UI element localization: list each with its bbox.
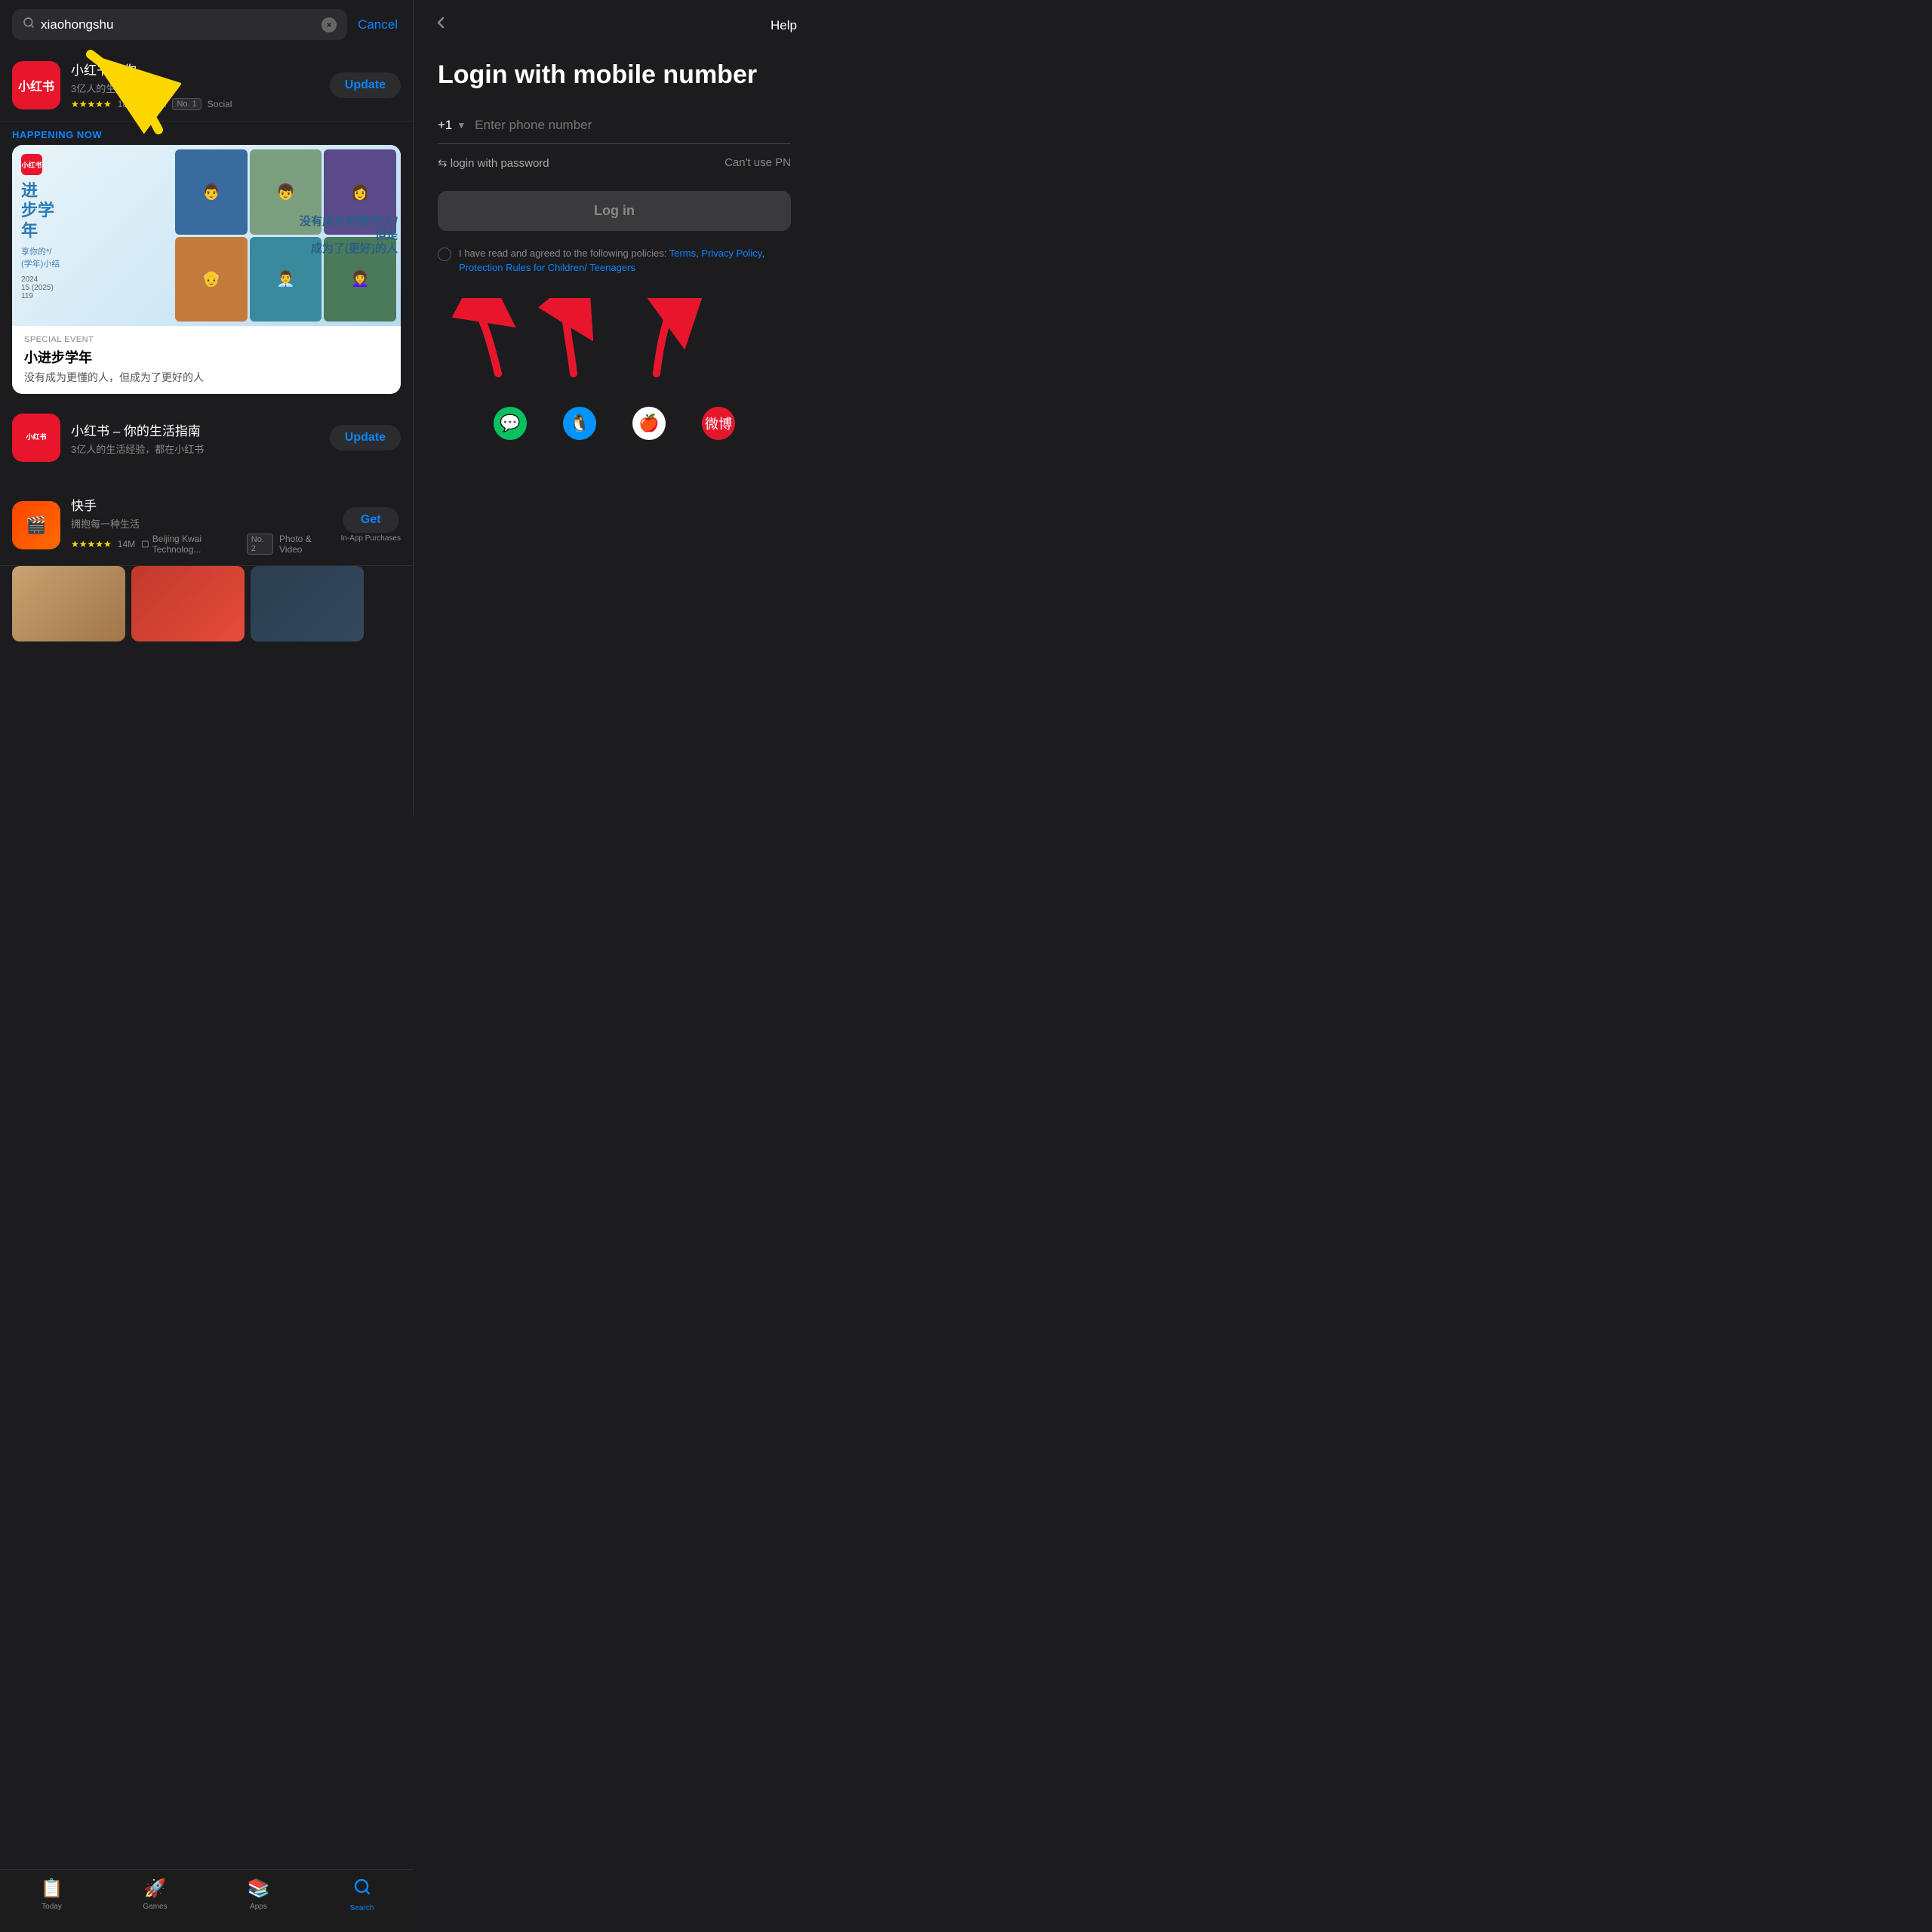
clear-search-button[interactable]: ×: [321, 17, 337, 32]
update-button-2[interactable]: Update: [330, 425, 401, 451]
event-subtitle: 没有成为更懂的人，但成为了更好的人: [24, 370, 389, 385]
app-result-xiaohongshu-2[interactable]: 小红书 小红书 – 你的生活指南 3亿人的生活经验，都在小红书 Update: [0, 403, 413, 472]
search-bar-container: × Cancel: [0, 0, 413, 49]
kuaishou-developer: Beijing Kwai Technolog...: [141, 534, 241, 555]
app-desc: 3亿人的生活经验，都…: [71, 81, 319, 95]
wechat-login-button[interactable]: 💬: [491, 404, 530, 443]
country-code-value: +1: [438, 118, 452, 133]
xiaohongshu-app-icon-2: 小红书: [12, 414, 60, 462]
search-results: 小红书 小红书 – 你… 3亿人的生活经验，都… ★★★★★ 18M Xin N…: [0, 49, 413, 815]
login-with-password-link[interactable]: ⇆ login with password: [438, 156, 549, 170]
event-date: 202415 (2025)119: [21, 275, 166, 300]
event-title: 小进步学年: [24, 347, 389, 367]
event-right-text: 没有成为更懂*的人/但是成为了(更好)的人: [300, 215, 398, 256]
app-result-kuaishou[interactable]: 🎬 快手 拥抱每一种生活 ★★★★★ 14M Beijing Kwai Tech…: [0, 485, 413, 566]
app-result-xiaohongshu-1[interactable]: 小红书 小红书 – 你… 3亿人的生活经验，都… ★★★★★ 18M Xin N…: [0, 49, 413, 122]
country-code-selector[interactable]: +1 ▼: [438, 118, 466, 133]
bottom-spacer: [0, 641, 413, 709]
right-panel: Help Login with mobile number +1 ▼ ⇆ log…: [414, 0, 815, 815]
update-button-1[interactable]: Update: [330, 72, 401, 98]
category-badge: Social: [208, 99, 232, 109]
special-event-label: SPECIAL EVENT: [24, 335, 389, 344]
search-icon: [23, 17, 35, 32]
event-chinese-main: 进步学年: [21, 181, 166, 241]
get-button-container: Get In-App Purchases: [341, 507, 401, 543]
event-photo-1: 👨: [175, 149, 248, 235]
screenshot-people: [131, 566, 245, 641]
login-header: Help: [414, 0, 815, 45]
kuaishou-rating: 14M: [118, 539, 135, 549]
event-banner-image: 小红书 进步学年 享你的*/(学年)小结 202415 (2025)119 👨 …: [12, 145, 401, 326]
policy-text: I have read and agreed to the following …: [459, 246, 791, 275]
kuaishou-app-icon: 🎬: [12, 501, 60, 549]
back-button[interactable]: [432, 14, 450, 37]
app-name-2: 小红书 – 你的生活指南: [71, 420, 319, 439]
search-input-wrapper: ×: [12, 9, 347, 40]
weibo-login-button[interactable]: 微博: [699, 404, 738, 443]
policy-terms-link[interactable]: Terms: [669, 248, 696, 259]
kuaishou-name: 快手: [71, 495, 331, 514]
spacer: [0, 472, 413, 485]
kuaishou-app-info: 快手 拥抱每一种生活 ★★★★★ 14M Beijing Kwai Techno…: [71, 495, 331, 555]
kuaishou-category: Photo & Video: [279, 534, 331, 555]
screenshot-kpop: [251, 566, 364, 641]
log-in-button[interactable]: Log in: [438, 191, 791, 231]
xiaohongshu-app-info: 小红书 – 你… 3亿人的生活经验，都… ★★★★★ 18M Xin No. 1…: [71, 60, 319, 110]
policy-row: I have read and agreed to the following …: [438, 246, 791, 275]
red-arrows-annotation: [438, 298, 791, 389]
rank-badge: No. 1: [172, 98, 201, 110]
star-rating: ★★★★★: [71, 99, 112, 109]
event-banner-left: 小红书 进步学年 享你的*/(学年)小结 202415 (2025)119: [12, 145, 175, 326]
event-app-icon: 小红书: [21, 154, 42, 175]
social-login-row: 💬 🐧 🍎 微博: [438, 389, 791, 458]
event-photo-4: 👴: [175, 237, 248, 322]
search-input[interactable]: [41, 17, 315, 32]
kuaishou-desc: 拥抱每一种生活: [71, 516, 331, 531]
help-button[interactable]: Help: [771, 18, 797, 33]
policy-checkbox[interactable]: [438, 248, 451, 261]
screenshot-food: [12, 566, 125, 641]
get-button[interactable]: Get: [343, 507, 399, 533]
left-panel: × Cancel 小红书 小红书 – 你… 3亿人的生活经验，都…: [0, 0, 414, 815]
kuaishou-rank-badge: No. 2: [247, 534, 273, 555]
in-app-purchases-label: In-App Purchases: [341, 534, 401, 543]
app-name: 小红书 – 你…: [71, 60, 319, 78]
phone-number-input[interactable]: [475, 118, 791, 133]
kuaishou-meta: ★★★★★ 14M Beijing Kwai Technolog... No. …: [71, 534, 331, 555]
rating-count: 18M: [118, 99, 135, 109]
login-content: Login with mobile number +1 ▼ ⇆ login wi…: [414, 45, 815, 815]
dropdown-arrow-icon: ▼: [457, 120, 466, 131]
event-photos-area: 👨 👦 👩 👴 👨‍💼 👩‍🦱 没有成为更懂*的人/但是成为了(更好)的人: [175, 145, 401, 326]
cant-use-pn-link[interactable]: Can't use PN: [724, 156, 791, 169]
login-options-row: ⇆ login with password Can't use PN: [438, 156, 791, 170]
event-info-section: SPECIAL EVENT 小进步学年 没有成为更懂的人，但成为了更好的人: [12, 326, 401, 394]
event-banner[interactable]: 小红书 进步学年 享你的*/(学年)小结 202415 (2025)119 👨 …: [12, 145, 401, 394]
kuaishou-stars: ★★★★★: [71, 539, 112, 549]
apple-login-button[interactable]: 🍎: [629, 404, 669, 443]
policy-protection-link[interactable]: Protection Rules for Children/ Teenagers: [459, 262, 635, 273]
xiaohongshu-app-info-2: 小红书 – 你的生活指南 3亿人的生活经验，都在小红书: [71, 420, 319, 456]
app-desc-2: 3亿人的生活经验，都在小红书: [71, 441, 319, 456]
policy-privacy-link[interactable]: Privacy Policy: [701, 248, 761, 259]
login-title: Login with mobile number: [438, 60, 791, 91]
qq-login-button[interactable]: 🐧: [560, 404, 599, 443]
event-sub-text: 享你的*/(学年)小结: [21, 245, 166, 269]
cancel-search-button[interactable]: Cancel: [355, 14, 401, 35]
developer-info: Xin: [141, 99, 166, 109]
screenshots-row: [0, 566, 413, 641]
app-meta: ★★★★★ 18M Xin No. 1 Social: [71, 98, 319, 110]
happening-now-label: HAPPENING NOW: [0, 122, 413, 145]
xiaohongshu-app-icon: 小红书: [12, 61, 60, 109]
phone-input-row: +1 ▼: [438, 118, 791, 144]
